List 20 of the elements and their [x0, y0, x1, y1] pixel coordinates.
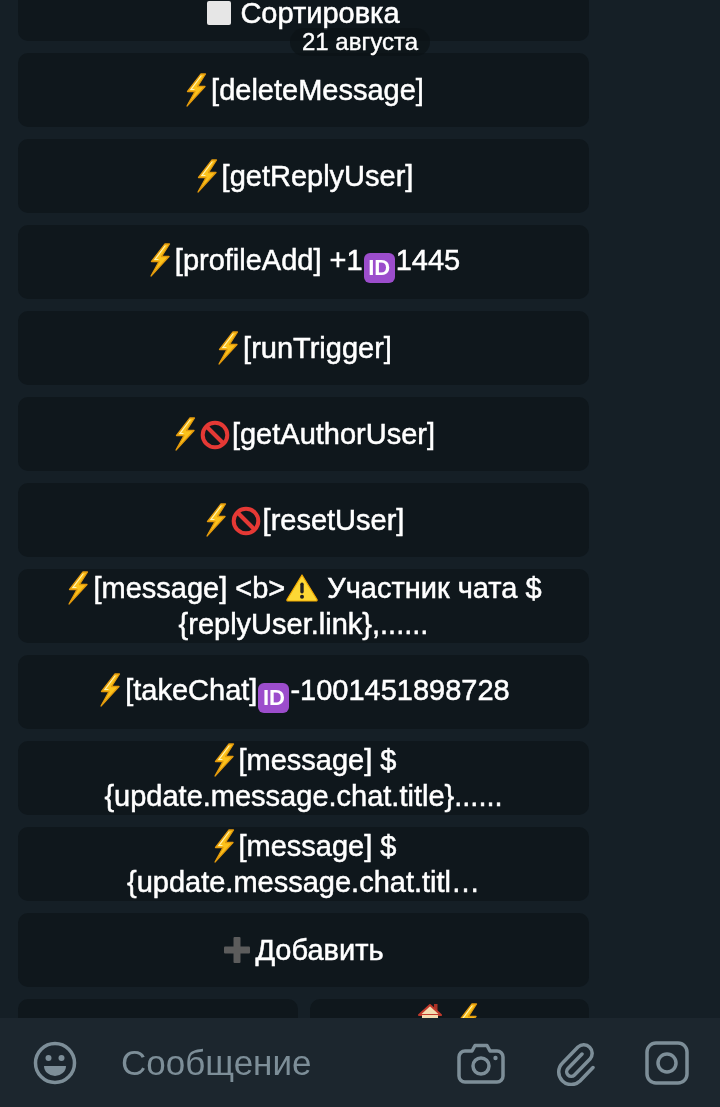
warning-icon	[286, 573, 319, 602]
keyboard-button[interactable]	[309, 999, 589, 1018]
keyboard-button[interactable]: [message] <b> Участник чата $ {replyUser.link},......	[18, 569, 589, 643]
camera-icon[interactable]	[457, 1041, 505, 1084]
smiley-icon[interactable]	[33, 1040, 77, 1085]
prohibited-icon	[199, 420, 230, 450]
house-icon	[418, 1003, 443, 1018]
square-icon	[207, 1, 232, 25]
keyboard-button[interactable]: [message] $ {update.message.chat.titl…	[18, 827, 589, 901]
keyboard-button[interactable]: [runTrigger]	[18, 311, 589, 385]
plus-icon	[223, 936, 252, 964]
prohibited-icon	[230, 506, 261, 536]
keyboard-button[interactable]: [message] $ {update.message.chat.title}......	[18, 741, 589, 815]
date-badge: 21 августа	[290, 28, 430, 56]
keyboard-button[interactable]: [resetUser]	[18, 483, 589, 557]
keyboard-button[interactable]: [getReplyUser]	[18, 139, 589, 213]
id-badge: ID	[258, 682, 290, 713]
keyboard-button[interactable]: Добавить	[18, 913, 589, 987]
keyboard-button[interactable]: [getAuthorUser]	[18, 397, 589, 471]
id-badge: ID	[363, 252, 395, 283]
